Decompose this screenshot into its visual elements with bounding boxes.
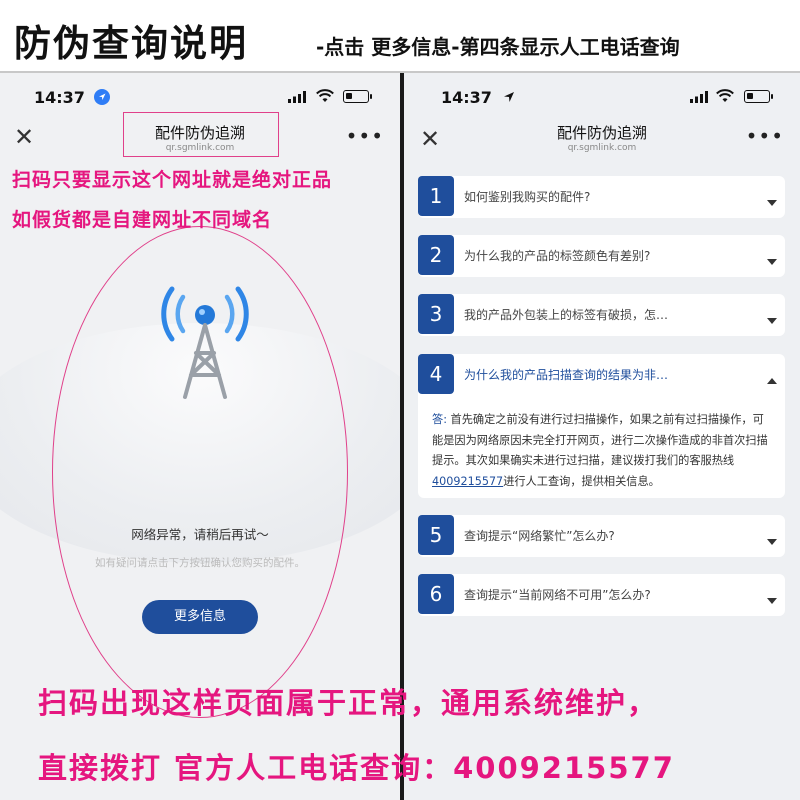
chevron-down-icon bbox=[767, 598, 777, 604]
faq-question: 为什么我的产品的标签颜色有差别? bbox=[464, 249, 651, 263]
faq-question: 查询提示“当前网络不可用”怎么办? bbox=[464, 588, 651, 602]
chevron-down-icon bbox=[767, 539, 777, 545]
faq-number: 6 bbox=[418, 574, 454, 614]
page-title: 配件防伪追溯 bbox=[556, 124, 647, 142]
bottom-annotation-2: 直接拨打 官方人工电话查询：4009215577 bbox=[38, 751, 675, 785]
location-icon bbox=[503, 92, 514, 102]
faq-item-2[interactable]: 2 为什么我的产品的标签颜色有差别? bbox=[418, 235, 785, 277]
time-text: 14:37 bbox=[34, 88, 85, 107]
faq-item-1[interactable]: 1 如何鉴别我购买的配件? bbox=[418, 176, 785, 218]
faq-number: 2 bbox=[418, 235, 454, 275]
answer-text: 首先确定之前没有进行过扫描操作，如果之前有过扫描操作，可能是因为网络原因未完全打… bbox=[432, 413, 768, 467]
faq-number: 1 bbox=[418, 176, 454, 216]
faq-item-6[interactable]: 6 查询提示“当前网络不可用”怎么办? bbox=[418, 574, 785, 616]
status-time: 14:37 bbox=[441, 88, 517, 107]
chevron-down-icon bbox=[767, 318, 777, 324]
url-highlight-box bbox=[123, 112, 279, 157]
location-icon bbox=[93, 89, 110, 105]
faq-question: 如何鉴别我购买的配件? bbox=[464, 190, 591, 204]
faq-item-4-expanded[interactable]: 4 为什么我的产品扫描查询的结果为非… 答: 首先确定之前没有进行过扫描操作，如… bbox=[418, 354, 785, 498]
hotline-link[interactable]: 4009215577 bbox=[432, 475, 503, 488]
faq-item-3[interactable]: 3 我的产品外包装上的标签有破损，怎… bbox=[418, 294, 785, 336]
faq-number: 3 bbox=[418, 294, 454, 334]
nav-bar: ✕ 配件防伪追溯 qr.sgmlink.com ••• bbox=[404, 117, 800, 163]
status-bar: 14:37 bbox=[404, 73, 800, 121]
wifi-icon bbox=[716, 89, 734, 102]
bottom-annotation-1: 扫码出现这样页面属于正常，通用系统维护， bbox=[38, 686, 659, 720]
chevron-up-icon bbox=[767, 378, 777, 384]
annotation-fake: 如假货都是自建网址不同域名 bbox=[12, 209, 273, 231]
faq-item-5[interactable]: 5 查询提示“网络繁忙”怎么办? bbox=[418, 515, 785, 557]
annotation-genuine: 扫码只要显示这个网址就是绝对正品 bbox=[12, 169, 333, 191]
more-options-icon[interactable]: ••• bbox=[346, 124, 384, 148]
signal-icon bbox=[288, 91, 306, 103]
answer-text-end: 进行人工查询，提供相关信息。 bbox=[503, 474, 660, 488]
signal-icon bbox=[690, 91, 708, 103]
status-time: 14:37 bbox=[34, 88, 110, 107]
battery-icon bbox=[343, 90, 372, 103]
chevron-down-icon bbox=[767, 200, 777, 206]
faq-question: 我的产品外包装上的标签有破损，怎… bbox=[464, 308, 669, 322]
page-url: qr.sgmlink.com bbox=[567, 143, 637, 153]
banner-subtitle: -点击 更多信息-第四条显示人工电话查询 bbox=[316, 35, 680, 59]
highlight-ellipse bbox=[52, 226, 348, 718]
banner-title: 防伪查询说明 bbox=[14, 22, 248, 65]
faq-question: 查询提示“网络繁忙”怎么办? bbox=[464, 529, 615, 543]
wifi-icon bbox=[316, 89, 334, 102]
faq-number: 4 bbox=[418, 354, 454, 394]
answer-label: 答: bbox=[432, 413, 447, 426]
faq-question: 为什么我的产品扫描查询的结果为非… bbox=[464, 368, 669, 382]
time-text: 14:37 bbox=[441, 88, 492, 107]
faq-answer: 答: 首先确定之前没有进行过扫描操作，如果之前有过扫描操作，可能是因为网络原因未… bbox=[432, 410, 774, 492]
battery-icon bbox=[744, 90, 773, 103]
more-options-icon[interactable]: ••• bbox=[746, 124, 784, 148]
top-banner: 防伪查询说明 -点击 更多信息-第四条显示人工电话查询 bbox=[0, 0, 800, 73]
chevron-down-icon bbox=[767, 259, 777, 265]
faq-number: 5 bbox=[418, 515, 454, 555]
